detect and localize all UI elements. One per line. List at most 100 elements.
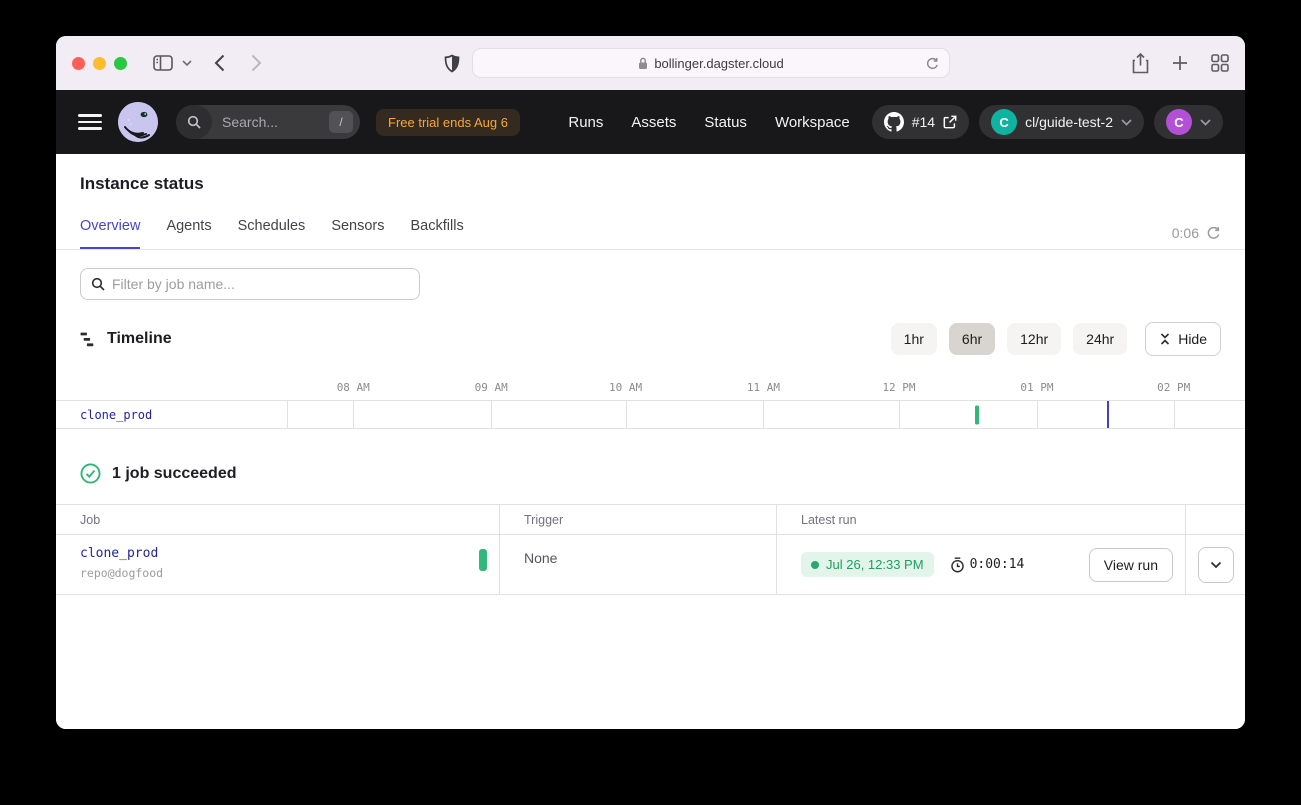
github-icon: [884, 112, 904, 132]
browser-toolbar: bollinger.dagster.cloud: [56, 36, 1245, 90]
dagster-logo[interactable]: [118, 102, 158, 142]
table-header-row: Job Trigger Latest run: [56, 504, 1245, 535]
search-placeholder: Search...: [222, 114, 329, 130]
gridline: [353, 401, 354, 428]
lock-icon: [638, 57, 648, 70]
range-12hr-button[interactable]: 12hr: [1007, 323, 1061, 355]
refresh-icon[interactable]: [1206, 226, 1221, 241]
chevron-down-icon: [1210, 561, 1222, 569]
address-bar[interactable]: bollinger.dagster.cloud: [472, 48, 950, 78]
page-title: Instance status: [56, 154, 1245, 194]
nav-workspace[interactable]: Workspace: [775, 114, 850, 131]
hide-timeline-button[interactable]: Hide: [1145, 322, 1221, 356]
deployment-name: cl/guide-test-2: [1025, 114, 1113, 130]
nav-assets[interactable]: Assets: [631, 114, 676, 131]
gridline: [1174, 401, 1175, 428]
global-search-input[interactable]: Search... /: [176, 105, 360, 139]
zoom-window-button[interactable]: [114, 57, 127, 70]
minimize-window-button[interactable]: [93, 57, 106, 70]
tab-overview[interactable]: Overview: [80, 218, 140, 249]
trigger-cell: None: [500, 535, 777, 594]
tab-overview-icon[interactable]: [1211, 54, 1229, 72]
timeline-chart: 08 AM 09 AM 10 AM 11 AM 12 PM 01 PM 02 P…: [56, 368, 1245, 429]
col-header-latest-run: Latest run: [777, 505, 1186, 534]
sidebar-toggle-icon[interactable]: [153, 55, 173, 71]
job-cell: clone_prod repo@dogfood: [56, 535, 500, 594]
github-ref-label: #14: [912, 114, 935, 130]
gridline: [763, 401, 764, 428]
col-header-actions: [1186, 505, 1245, 534]
refresh-countdown: 0:06: [1172, 225, 1199, 241]
user-menu[interactable]: C: [1154, 105, 1223, 139]
axis-tick: 12 PM: [882, 381, 915, 394]
share-icon[interactable]: [1132, 53, 1149, 74]
tab-agents[interactable]: Agents: [166, 218, 211, 249]
hamburger-menu-icon[interactable]: [78, 114, 102, 130]
url-text: bollinger.dagster.cloud: [654, 56, 783, 71]
main-nav: Runs Assets Status Workspace: [568, 114, 849, 131]
chevron-down-icon: [1121, 119, 1132, 126]
collapse-icon: [1159, 333, 1171, 345]
run-success-marker[interactable]: [975, 405, 979, 424]
gridline: [626, 401, 627, 428]
browser-window: bollinger.dagster.cloud: [56, 36, 1245, 729]
trial-badge: Free trial ends Aug 6: [376, 109, 520, 136]
table-row: clone_prod repo@dogfood None Jul 26, 12:…: [56, 535, 1245, 595]
search-icon: [176, 105, 212, 139]
deployment-avatar: C: [991, 109, 1017, 135]
run-timestamp-tag[interactable]: Jul 26, 12:33 PM: [801, 552, 934, 577]
new-tab-icon[interactable]: [1172, 55, 1188, 71]
forward-button-icon[interactable]: [251, 54, 262, 72]
range-24hr-button[interactable]: 24hr: [1073, 323, 1127, 355]
range-6hr-button[interactable]: 6hr: [949, 323, 995, 355]
app-header: Search... / Free trial ends Aug 6 Runs A…: [56, 90, 1245, 154]
tab-schedules[interactable]: Schedules: [238, 218, 306, 249]
tab-backfills[interactable]: Backfills: [411, 218, 464, 249]
user-avatar: C: [1166, 109, 1192, 135]
gridline: [287, 401, 288, 428]
tab-sensors[interactable]: Sensors: [331, 218, 384, 249]
run-timestamp: Jul 26, 12:33 PM: [826, 557, 924, 572]
job-status-bar[interactable]: [479, 549, 487, 571]
privacy-shield-icon[interactable]: [444, 54, 460, 73]
job-name-link[interactable]: clone_prod: [80, 546, 499, 561]
range-1hr-button[interactable]: 1hr: [891, 323, 937, 355]
axis-tick: 02 PM: [1157, 381, 1190, 394]
external-link-icon: [943, 115, 957, 129]
col-header-trigger: Trigger: [500, 505, 777, 534]
timeline-axis: 08 AM 09 AM 10 AM 11 AM 12 PM 01 PM 02 P…: [56, 368, 1245, 400]
run-success-dot: [811, 561, 819, 569]
sidebar-chevron-icon[interactable]: [182, 60, 192, 66]
gridline: [491, 401, 492, 428]
summary-text: 1 job succeeded: [112, 465, 237, 483]
job-filter: [80, 268, 420, 300]
traffic-lights: [72, 57, 127, 70]
nav-runs[interactable]: Runs: [568, 114, 603, 131]
reload-icon[interactable]: [925, 56, 940, 72]
axis-tick: 10 AM: [609, 381, 642, 394]
axis-tick: 01 PM: [1020, 381, 1053, 394]
job-repo-label: repo@dogfood: [80, 566, 499, 580]
deployment-switcher[interactable]: C cl/guide-test-2: [979, 105, 1144, 139]
nav-status[interactable]: Status: [704, 114, 747, 131]
gridline: [899, 401, 900, 428]
axis-tick: 11 AM: [747, 381, 780, 394]
back-button-icon[interactable]: [214, 54, 225, 72]
jobs-table: Job Trigger Latest run clone_prod repo@d…: [56, 504, 1245, 595]
main-content: Instance status Overview Agents Schedule…: [56, 154, 1245, 729]
current-time-line: [1107, 401, 1109, 428]
view-run-button[interactable]: View run: [1089, 548, 1173, 582]
gridline: [1037, 401, 1038, 428]
close-window-button[interactable]: [72, 57, 85, 70]
row-menu-button[interactable]: [1198, 547, 1234, 583]
latest-run-cell: Jul 26, 12:33 PM 0:00:14 View run: [777, 535, 1186, 594]
github-version-pill[interactable]: #14: [872, 105, 969, 139]
jobs-summary: 1 job succeeded: [80, 463, 1221, 484]
timeline-job-label[interactable]: clone_prod: [80, 408, 152, 422]
timeline-job-row: clone_prod: [56, 400, 1245, 429]
success-check-icon: [80, 463, 101, 484]
timeline-header: Timeline 1hr 6hr 12hr 24hr Hide: [80, 322, 1221, 356]
actions-cell: [1186, 535, 1245, 594]
search-icon: [91, 277, 105, 291]
job-filter-input[interactable]: [112, 276, 409, 292]
